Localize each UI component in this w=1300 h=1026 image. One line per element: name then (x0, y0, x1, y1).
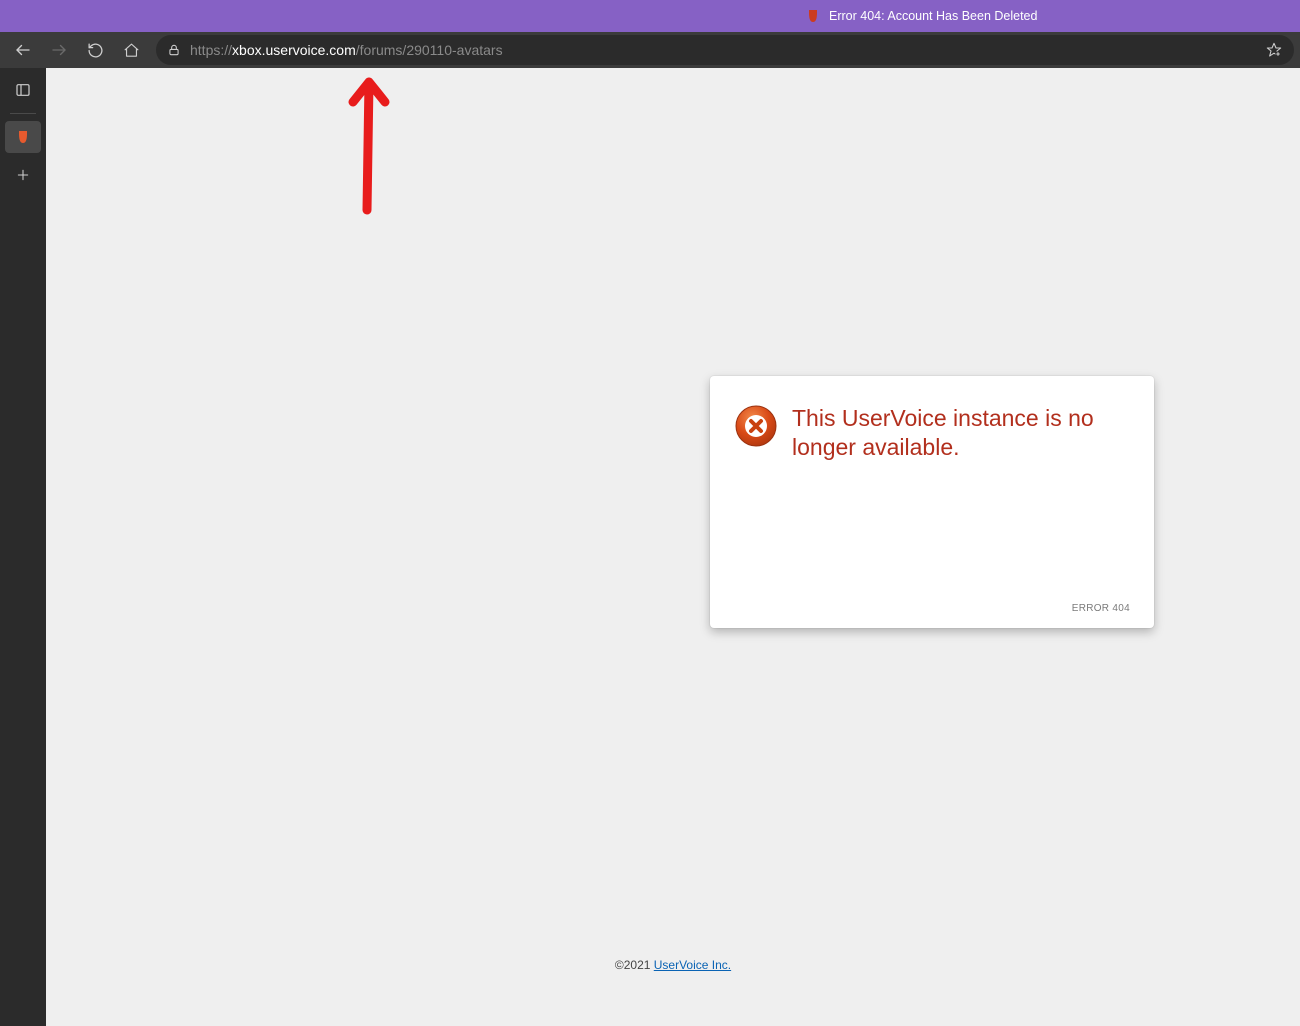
sidebar-divider (10, 113, 36, 114)
error-icon (734, 404, 778, 448)
error-message: This UserVoice instance is no longer ava… (792, 404, 1130, 462)
footer-copyright: ©2021 (615, 958, 654, 972)
url-sep: :// (220, 42, 232, 58)
vertical-tab-sidebar (0, 68, 46, 1026)
url-text: https://xbox.uservoice.com/forums/290110… (190, 42, 1256, 58)
page-footer: ©2021 UserVoice Inc. (46, 958, 1300, 972)
address-bar[interactable]: https://xbox.uservoice.com/forums/290110… (156, 35, 1294, 65)
error-code: ERROR 404 (734, 603, 1130, 614)
favorite-button[interactable] (1264, 42, 1284, 58)
url-path: /forums/290110-avatars (356, 42, 503, 58)
window-title-wrap: Error 404: Account Has Been Deleted (805, 8, 1037, 24)
page-content: This UserVoice instance is no longer ava… (46, 68, 1300, 1026)
vertical-tabs-toggle[interactable] (5, 74, 41, 106)
tab-favicon (805, 8, 821, 24)
window-titlebar: Error 404: Account Has Been Deleted (0, 0, 1300, 32)
footer-link[interactable]: UserVoice Inc. (654, 958, 731, 972)
error-card: This UserVoice instance is no longer ava… (710, 376, 1154, 628)
refresh-button[interactable] (78, 34, 112, 66)
annotation-arrow (341, 70, 441, 220)
browser-toolbar: https://xbox.uservoice.com/forums/290110… (0, 32, 1300, 68)
back-button[interactable] (6, 34, 40, 66)
tab-current[interactable] (5, 121, 41, 153)
new-tab-button[interactable] (5, 159, 41, 191)
forward-button[interactable] (42, 34, 76, 66)
error-card-body: This UserVoice instance is no longer ava… (734, 404, 1130, 462)
window-title: Error 404: Account Has Been Deleted (829, 9, 1037, 23)
url-host: xbox.uservoice.com (232, 42, 356, 58)
lock-icon (166, 43, 182, 57)
main-area: This UserVoice instance is no longer ava… (0, 68, 1300, 1026)
home-button[interactable] (114, 34, 148, 66)
url-scheme: https (190, 42, 220, 58)
